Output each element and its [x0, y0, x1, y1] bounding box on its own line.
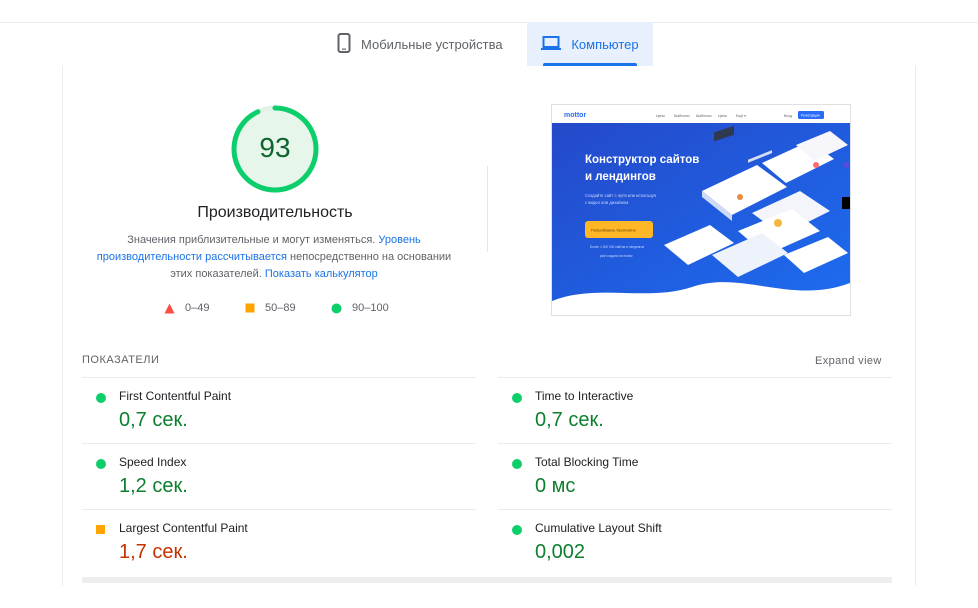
- vertical-divider: [487, 166, 488, 252]
- metric-name: Total Blocking Time: [535, 455, 639, 469]
- screenshot-headline-2: и лендингов: [585, 171, 656, 183]
- metric-speed-index: Speed Index 1,2 сек.: [82, 443, 476, 510]
- average-status-icon: [96, 525, 105, 534]
- metric-name: Largest Contentful Paint: [119, 521, 248, 535]
- metric-tti: Time to Interactive 0,7 сек.: [498, 377, 892, 444]
- calculator-link[interactable]: Показать калькулятор: [265, 268, 378, 280]
- square-icon: [245, 303, 255, 313]
- laptop-icon: [541, 35, 562, 54]
- screenshot-headline-1: Конструктор сайтов: [585, 154, 699, 166]
- screenshot-button: Попробовать бесплатно: [591, 228, 637, 233]
- screenshot-login: Вход: [784, 114, 792, 118]
- metric-name: Speed Index: [119, 455, 187, 469]
- metric-value: 1,2 сек.: [119, 475, 188, 497]
- screenshot-logo: mottor: [564, 112, 586, 119]
- metric-value: 0 мс: [535, 475, 576, 497]
- screenshot-nav-1: Цены: [656, 114, 665, 118]
- screenshot-subtext-1: Создайте сайт с нуля или используя: [585, 193, 656, 198]
- metric-value: 0,7 сек.: [535, 409, 604, 431]
- circle-icon: [331, 303, 342, 313]
- good-status-icon: [512, 459, 522, 469]
- metric-fcp: First Contentful Paint 0,7 сек.: [82, 377, 476, 444]
- tab-desktop-label: Компьютер: [571, 36, 639, 52]
- metric-value: 0,002: [535, 541, 586, 563]
- metrics-section-label: ПОКАЗАТЕЛИ: [82, 354, 160, 366]
- performance-title: Производительность: [197, 204, 353, 221]
- legend-average-range: 50–89: [265, 302, 296, 314]
- screenshot-cta-top: Регистрация: [801, 114, 820, 118]
- screenshot-nav-4: Цены: [718, 114, 727, 118]
- good-status-icon: [512, 393, 522, 403]
- metric-name: Cumulative Layout Shift: [535, 521, 662, 535]
- performance-score: 93: [259, 132, 291, 163]
- metric-name: First Contentful Paint: [119, 389, 232, 403]
- screenshot-nav-2: Шаблоны: [674, 114, 690, 118]
- screenshot-image: mottor Цены Шаблоны Шаблоны Цены Ещё ▾ В…: [552, 105, 850, 301]
- metric-value: 1,7 сек.: [119, 541, 188, 563]
- final-screenshot: mottor Цены Шаблоны Шаблоны Цены Ещё ▾ В…: [551, 104, 851, 316]
- score-description: Значения приблизительные и могут изменят…: [96, 232, 452, 283]
- screenshot-nav-3: Шаблоны: [696, 114, 712, 118]
- desc-text-1: Значения приблизительные и могут изменят…: [127, 234, 379, 246]
- screenshot-small-2: уже создано на mottor: [600, 254, 634, 258]
- metric-cls: Cumulative Layout Shift 0,002: [498, 509, 892, 576]
- metric-tbt: Total Blocking Time 0 мс: [498, 443, 892, 510]
- metric-name: Time to Interactive: [535, 389, 634, 403]
- screenshot-subtext-2: с видео или дизайном: [585, 200, 628, 205]
- metric-lcp: Largest Contentful Paint 1,7 сек.: [82, 509, 476, 576]
- metric-value: 0,7 сек.: [119, 409, 188, 431]
- bottom-scroll-hint: [82, 577, 892, 583]
- triangle-icon: [164, 303, 175, 313]
- screenshot-small-1: Более 1 000 000 сайтов и лендингов: [590, 245, 644, 249]
- expand-view-toggle[interactable]: Expand view: [815, 355, 882, 367]
- screenshot-nav-5: Ещё ▾: [736, 114, 746, 118]
- legend-pass: 90–100: [331, 302, 389, 314]
- legend-fail: 0–49: [164, 302, 209, 314]
- tab-desktop[interactable]: Компьютер: [527, 22, 653, 66]
- good-status-icon: [96, 393, 106, 403]
- good-status-icon: [96, 459, 106, 469]
- tab-mobile-label: Мобильные устройства: [361, 36, 503, 52]
- good-status-icon: [512, 525, 522, 535]
- legend-pass-range: 90–100: [352, 302, 389, 314]
- smartphone-icon: [337, 32, 351, 56]
- legend-fail-range: 0–49: [185, 302, 210, 314]
- tab-mobile[interactable]: Мобильные устройства: [337, 22, 503, 66]
- legend-average: 50–89: [245, 302, 296, 314]
